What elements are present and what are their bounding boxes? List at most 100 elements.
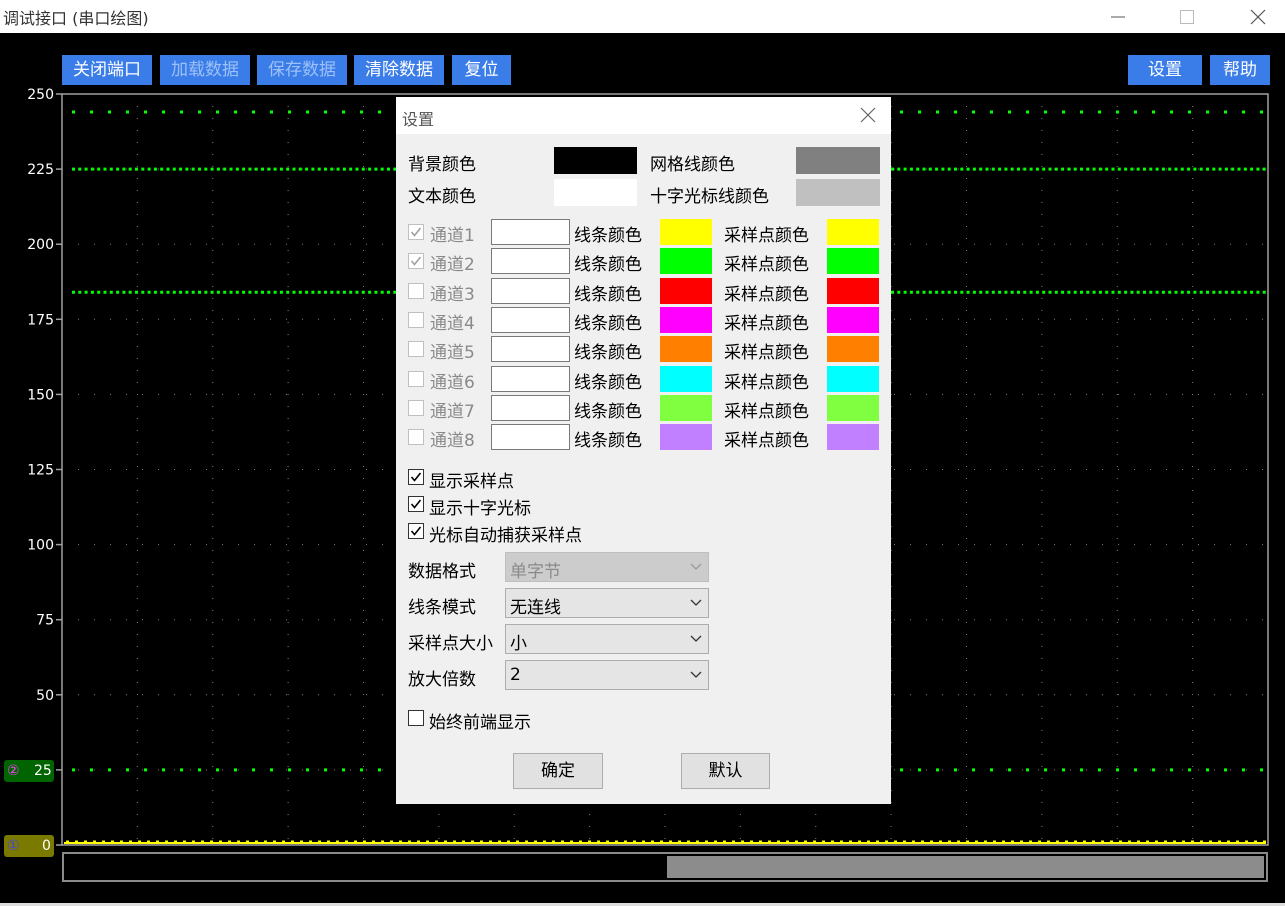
y-tick-label: 50 [36,688,54,704]
channel-3-sample-color-swatch[interactable] [827,277,879,304]
channel-2-sample-color-swatch[interactable] [827,248,879,275]
channel-3-checkbox[interactable] [408,282,424,299]
option-2-checkbox[interactable] [408,496,424,512]
select-1-dropdown[interactable]: 单字节 [505,552,709,582]
close-port-button[interactable]: 关闭端口 [62,55,152,85]
channel-2-checkbox[interactable] [408,253,424,270]
save-data-button[interactable]: 保存数据 [257,55,347,85]
select-3-dropdown[interactable]: 小 [505,624,709,654]
channel-8-checkbox[interactable] [408,429,424,446]
option-3-checkbox[interactable] [408,523,424,539]
channel-4-line-color-label: 线条颜色 [574,313,642,334]
channel-2-badge[interactable]: ② 25 [4,760,54,782]
option-1-checkbox[interactable] [408,469,424,485]
minimize-button[interactable] [1095,0,1141,33]
channel-8-label: 通道8 [430,431,475,452]
channel-5-sample-color-swatch[interactable] [827,336,879,363]
channel-6-line-color-label: 线条颜色 [574,372,642,393]
channel-5-line-color-label: 线条颜色 [574,343,642,364]
channel-3-name-input[interactable] [491,277,570,304]
chevron-down-icon [690,671,702,678]
clear-data-button[interactable]: 清除数据 [354,55,444,85]
crosshair-color-swatch[interactable] [796,179,880,206]
channel-3-sample-color-label: 采样点颜色 [724,284,809,305]
channel-2-line-color-swatch[interactable] [660,248,712,275]
select-3-label: 采样点大小 [408,634,493,654]
settings-button[interactable]: 设置 [1128,55,1202,85]
channel-7-checkbox[interactable] [408,399,424,416]
channel-4-name-input[interactable] [491,306,570,333]
settings-dialog: 设置 背景颜色 网格线颜色 文本颜色 十字光标线颜色 通道1 线条颜色 采样点颜色通… [396,97,891,804]
channel-1-badge[interactable]: ① 0 [4,835,54,857]
channel-5-line-color-swatch[interactable] [660,336,712,363]
text-color-swatch[interactable] [554,179,637,206]
y-tick-label: 175 [27,312,54,328]
channel-1-checkbox[interactable] [408,224,424,240]
channel-7-name-input[interactable] [491,394,570,421]
select-2-dropdown[interactable]: 无连线 [505,588,709,618]
reset-button[interactable]: 复位 [452,55,511,85]
always-on-top-checkbox[interactable] [408,710,424,726]
channel-6-name-input[interactable] [491,365,570,392]
scrollbar-thumb[interactable] [667,856,1264,878]
ok-button[interactable]: 确定 [513,753,603,789]
channel-4-label: 通道4 [430,313,475,334]
dialog-title-bar: 设置 [396,97,891,134]
select-2-value: 无连线 [510,598,561,618]
channel-6-sample-color-swatch[interactable] [827,365,879,392]
channel-8-line-color-label: 线条颜色 [574,431,642,452]
channel-8-sample-color-label: 采样点颜色 [724,431,809,452]
option-3-label: 光标自动捕获采样点 [429,526,582,546]
channel-3-line-color-label: 线条颜色 [574,284,642,305]
channel-6-sample-color-label: 采样点颜色 [724,372,809,393]
default-button[interactable]: 默认 [681,753,770,789]
close-button[interactable] [1235,0,1281,33]
channel-2-badge-value: 25 [34,763,52,779]
channel-4-line-color-swatch[interactable] [660,306,712,333]
channel-1-label: 通道1 [430,226,475,246]
y-tick-label: 200 [27,237,54,253]
channel-1-line-color-swatch[interactable] [660,219,712,245]
channel-1-line-color-label: 线条颜色 [574,226,642,246]
maximize-button[interactable] [1164,0,1210,33]
channel-1-name-input[interactable] [491,219,570,245]
select-4-value: 2 [510,665,521,685]
checkmark-icon [410,526,422,536]
channel-1-badge-icon: ① [7,838,20,854]
channel-2-label: 通道2 [430,255,475,276]
channel-6-line-color-swatch[interactable] [660,365,712,392]
channel-2-badge-icon: ② [7,763,20,779]
option-2-label: 显示十字光标 [429,499,531,519]
channel-7-sample-color-swatch[interactable] [827,394,879,421]
dialog-close-icon[interactable] [859,106,877,124]
y-tick-label: 225 [27,162,54,178]
grid-color-label: 网格线颜色 [650,155,735,175]
channel-5-name-input[interactable] [491,336,570,363]
load-data-button[interactable]: 加载数据 [160,55,250,85]
y-tick-label: 125 [27,463,54,479]
y-tick-label: 250 [27,87,54,103]
channel-6-checkbox[interactable] [408,370,424,387]
channel-8-name-input[interactable] [491,424,570,451]
grid-color-swatch[interactable] [796,147,880,174]
channel-7-line-color-swatch[interactable] [660,394,712,421]
channel-1-badge-value: 0 [42,838,51,854]
channel-7-label: 通道7 [430,401,475,422]
channel-2-sample-color-label: 采样点颜色 [724,255,809,276]
checkmark-icon [410,472,422,482]
horizontal-scrollbar[interactable] [62,852,1268,882]
channel-4-sample-color-label: 采样点颜色 [724,313,809,334]
channel-8-sample-color-swatch[interactable] [827,424,879,451]
channel-4-sample-color-swatch[interactable] [827,306,879,333]
select-3-value: 小 [510,634,527,654]
background-color-swatch[interactable] [554,147,637,174]
channel-1-sample-color-swatch[interactable] [827,219,879,245]
channel-8-line-color-swatch[interactable] [660,424,712,451]
help-button[interactable]: 帮助 [1210,55,1270,85]
channel-2-name-input[interactable] [491,248,570,275]
channel-4-checkbox[interactable] [408,311,424,328]
select-4-dropdown[interactable]: 2 [505,660,709,690]
channel-5-checkbox[interactable] [408,341,424,358]
channel-3-line-color-swatch[interactable] [660,277,712,304]
channel-5-label: 通道5 [430,343,475,364]
